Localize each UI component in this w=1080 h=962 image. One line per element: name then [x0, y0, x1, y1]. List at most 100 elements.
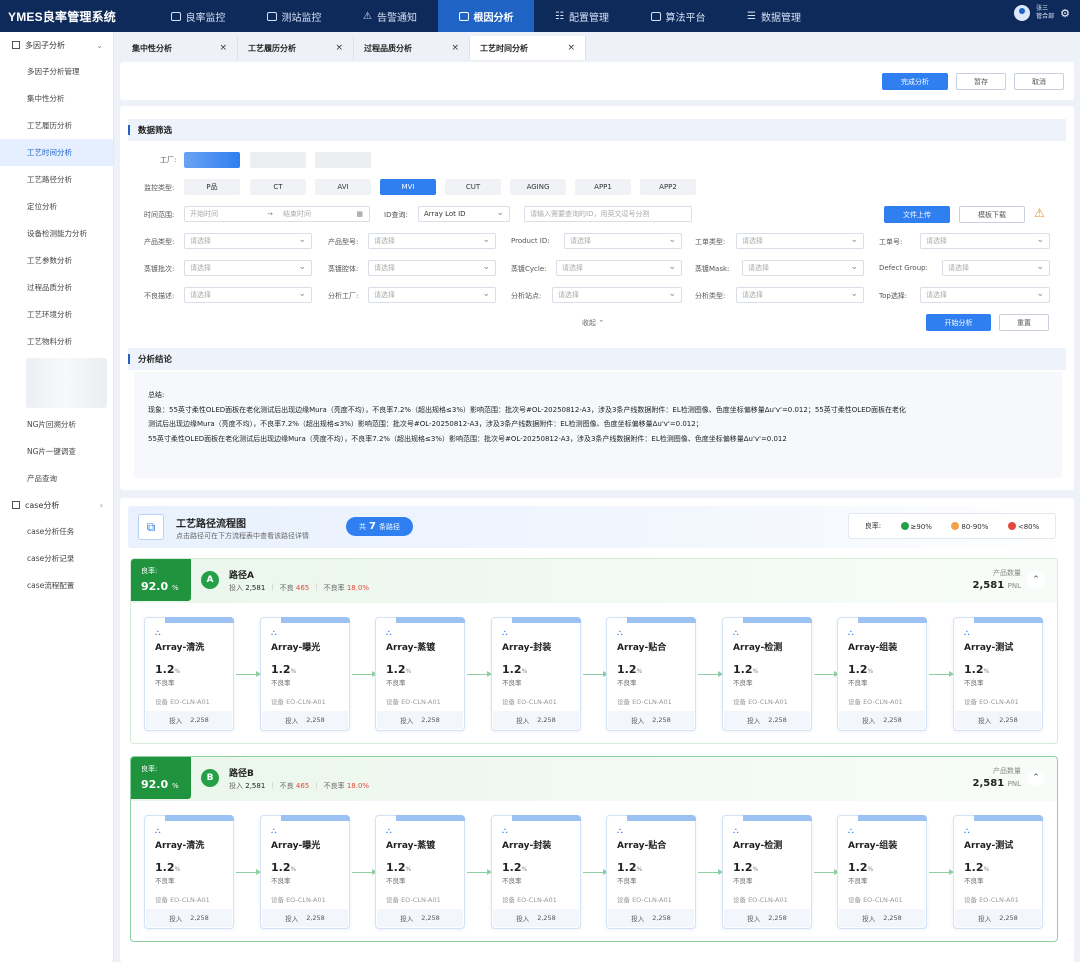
work-order-type-select[interactable]: 请选择 [736, 233, 864, 249]
process-node[interactable]: ⛬ Array-测试 1.2% 不良率 设备 EO-CLN-A01 投入 2,258 [953, 815, 1043, 929]
monitor-type-chip[interactable]: APP1 [575, 179, 631, 195]
evap-mask-select[interactable]: 请选择 [742, 260, 864, 276]
monitor-type-chip[interactable]: P品 [184, 179, 240, 195]
monitor-type-chip[interactable]: CUT [445, 179, 501, 195]
analysis-factory-select[interactable]: 请选择 [368, 287, 496, 303]
chevron-up-icon[interactable]: ⌃ [1027, 769, 1045, 787]
tab-concentration[interactable]: 集中性分析 × [122, 36, 238, 60]
id-type-select[interactable]: Array Lot ID [418, 206, 510, 222]
evap-batch-select[interactable]: 请选择 [184, 260, 312, 276]
sidebar-group-multifactor[interactable]: 多因子分析 ⌄ [0, 32, 113, 58]
chevron-up-icon[interactable]: ⌃ [1027, 571, 1045, 589]
nav-algorithm[interactable]: 算法平台 [630, 0, 726, 32]
sidebar-item[interactable]: case流程配置 [0, 572, 113, 599]
process-node[interactable]: ⛬ Array-蒸镀 1.2% 不良率 设备 EO-CLN-A01 投入 2,258 [375, 617, 465, 731]
process-node[interactable]: ⛬ Array-组装 1.2% 不良率 设备 EO-CLN-A01 投入 2,258 [837, 617, 927, 731]
top-select[interactable]: 请选择 [920, 287, 1050, 303]
process-node[interactable]: ⛬ Array-组装 1.2% 不良率 设备 EO-CLN-A01 投入 2,258 [837, 815, 927, 929]
process-path[interactable]: 良率: 92.0 % A 路径A 投入 2,581 | 不良 465 | 不良率 18.0% 产品… [130, 558, 1058, 744]
complete-analysis-button[interactable]: 完成分析 [882, 73, 948, 90]
process-node[interactable]: ⛬ Array-测试 1.2% 不良率 设备 EO-CLN-A01 投入 2,258 [953, 617, 1043, 731]
defect-desc-select[interactable]: 请选择 [184, 287, 312, 303]
process-node[interactable]: ⛬ Array-清洗 1.2% 不良率 设备 EO-CLN-A01 投入 2,258 [144, 617, 234, 731]
monitor-type-chip-selected[interactable]: MVI [380, 179, 436, 195]
sidebar-item[interactable]: 工艺路径分析 [0, 166, 113, 193]
sidebar-item[interactable]: NG片回溯分析 [0, 411, 113, 438]
sidebar-item[interactable]: 设备检测能力分析 [0, 220, 113, 247]
node-equipment: 设备 EO-CLN-A01 [848, 698, 903, 706]
sidebar-group-case[interactable]: case分析 › [0, 492, 113, 518]
process-path[interactable]: 良率: 92.0 % B 路径B 投入 2,581 | 不良 465 | 不良率 18.0% 产品… [130, 756, 1058, 942]
collapse-toggle[interactable]: 收起 ⌃ [582, 318, 604, 328]
save-draft-button[interactable]: 暂存 [956, 73, 1006, 90]
node-rate: 1.2% [848, 861, 873, 874]
node-rate-label: 不良率 [733, 679, 753, 687]
factory-chip[interactable] [315, 152, 371, 168]
sidebar-item[interactable]: case分析任务 [0, 518, 113, 545]
warning-icon[interactable]: ⚠ [1034, 206, 1045, 220]
nav-config[interactable]: ☷ 配置管理 [534, 0, 630, 32]
sidebar-item[interactable]: 产品查询 [0, 465, 113, 492]
node-rate-label: 不良率 [848, 679, 868, 687]
evap-cycle-select[interactable]: 请选择 [556, 260, 682, 276]
nav-station-monitor[interactable]: 测站监控 [246, 0, 342, 32]
sidebar-item[interactable]: 工艺环境分析 [0, 301, 113, 328]
nav-label: 测站监控 [281, 12, 322, 24]
tab-history[interactable]: 工艺履历分析 × [238, 36, 354, 60]
sidebar-item[interactable]: 定位分析 [0, 193, 113, 220]
nav-data[interactable]: ☰ 数据管理 [726, 0, 822, 32]
tab-process-time[interactable]: 工艺时间分析 × [470, 36, 586, 60]
analysis-site-select[interactable]: 请选择 [552, 287, 682, 303]
monitor-type-chip[interactable]: AVI [315, 179, 371, 195]
process-node[interactable]: ⛬ Array-检测 1.2% 不良率 设备 EO-CLN-A01 投入 2,258 [722, 617, 812, 731]
process-node[interactable]: ⛬ Array-封装 1.2% 不良率 设备 EO-CLN-A01 投入 2,258 [491, 617, 581, 731]
file-upload-button[interactable]: 文件上传 [884, 206, 950, 223]
process-node[interactable]: ⛬ Array-清洗 1.2% 不良率 设备 EO-CLN-A01 投入 2,258 [144, 815, 234, 929]
sidebar-item[interactable]: 集中性分析 [0, 85, 113, 112]
process-node[interactable]: ⛬ Array-贴合 1.2% 不良率 设备 EO-CLN-A01 投入 2,258 [606, 815, 696, 929]
close-icon[interactable]: × [567, 43, 575, 53]
time-range-picker[interactable]: 开始时间 → 结束时间 ▦ [184, 206, 370, 222]
cancel-button[interactable]: 取消 [1014, 73, 1064, 90]
process-node[interactable]: ⛬ Array-曝光 1.2% 不良率 设备 EO-CLN-A01 投入 2,258 [260, 815, 350, 929]
defect-group-select[interactable]: 请选择 [942, 260, 1050, 276]
reset-button[interactable]: 重置 [999, 314, 1049, 331]
monitor-type-chip[interactable]: APP2 [640, 179, 696, 195]
tab-quality[interactable]: 过程品质分析 × [354, 36, 470, 60]
process-node[interactable]: ⛬ Array-曝光 1.2% 不良率 设备 EO-CLN-A01 投入 2,258 [260, 617, 350, 731]
work-order-select[interactable]: 请选择 [920, 233, 1050, 249]
analysis-type-select[interactable]: 请选择 [736, 287, 864, 303]
evap-chamber-select[interactable]: 请选择 [368, 260, 496, 276]
nav-alerts[interactable]: ⚠ 告警通知 [342, 0, 438, 32]
process-node[interactable]: ⛬ Array-检测 1.2% 不良率 设备 EO-CLN-A01 投入 2,258 [722, 815, 812, 929]
id-query-input[interactable]: 请输入需要查询的ID，用英文逗号分割 [524, 206, 692, 222]
nav-root-cause[interactable]: 根因分析 [438, 0, 534, 32]
sidebar-item[interactable]: 过程品质分析 [0, 274, 113, 301]
process-node[interactable]: ⛬ Array-蒸镀 1.2% 不良率 设备 EO-CLN-A01 投入 2,258 [375, 815, 465, 929]
flowchart-icon: ⧉ [138, 514, 164, 540]
gear-icon[interactable]: ⚙ [1060, 7, 1070, 20]
product-model-select[interactable]: 请选择 [368, 233, 496, 249]
sidebar-item[interactable]: case分析记录 [0, 545, 113, 572]
user-menu[interactable]: 张三 管合部 ⚙ [1014, 5, 1070, 21]
sidebar-item[interactable]: NG片一键调查 [0, 438, 113, 465]
factory-chip[interactable] [184, 152, 240, 168]
monitor-type-chip[interactable]: CT [250, 179, 306, 195]
process-node[interactable]: ⛬ Array-封装 1.2% 不良率 设备 EO-CLN-A01 投入 2,258 [491, 815, 581, 929]
factory-chip[interactable] [250, 152, 306, 168]
close-icon[interactable]: × [335, 43, 343, 53]
product-type-select[interactable]: 请选择 [184, 233, 312, 249]
template-download-button[interactable]: 模板下载 [959, 206, 1025, 223]
close-icon[interactable]: × [219, 43, 227, 53]
sidebar-item[interactable]: 多因子分析管理 [0, 58, 113, 85]
sidebar-item[interactable]: 工艺物料分析 [0, 328, 113, 355]
monitor-type-chip[interactable]: AGING [510, 179, 566, 195]
process-node[interactable]: ⛬ Array-贴合 1.2% 不良率 设备 EO-CLN-A01 投入 2,258 [606, 617, 696, 731]
nav-yield-monitor[interactable]: 良率监控 [150, 0, 246, 32]
close-icon[interactable]: × [451, 43, 459, 53]
sidebar-item[interactable]: 工艺参数分析 [0, 247, 113, 274]
sidebar-item[interactable]: 工艺履历分析 [0, 112, 113, 139]
start-analysis-button[interactable]: 开始分析 [926, 314, 991, 331]
sidebar-item-active[interactable]: 工艺时间分析 [0, 139, 113, 166]
product-id-select[interactable]: 请选择 [564, 233, 682, 249]
